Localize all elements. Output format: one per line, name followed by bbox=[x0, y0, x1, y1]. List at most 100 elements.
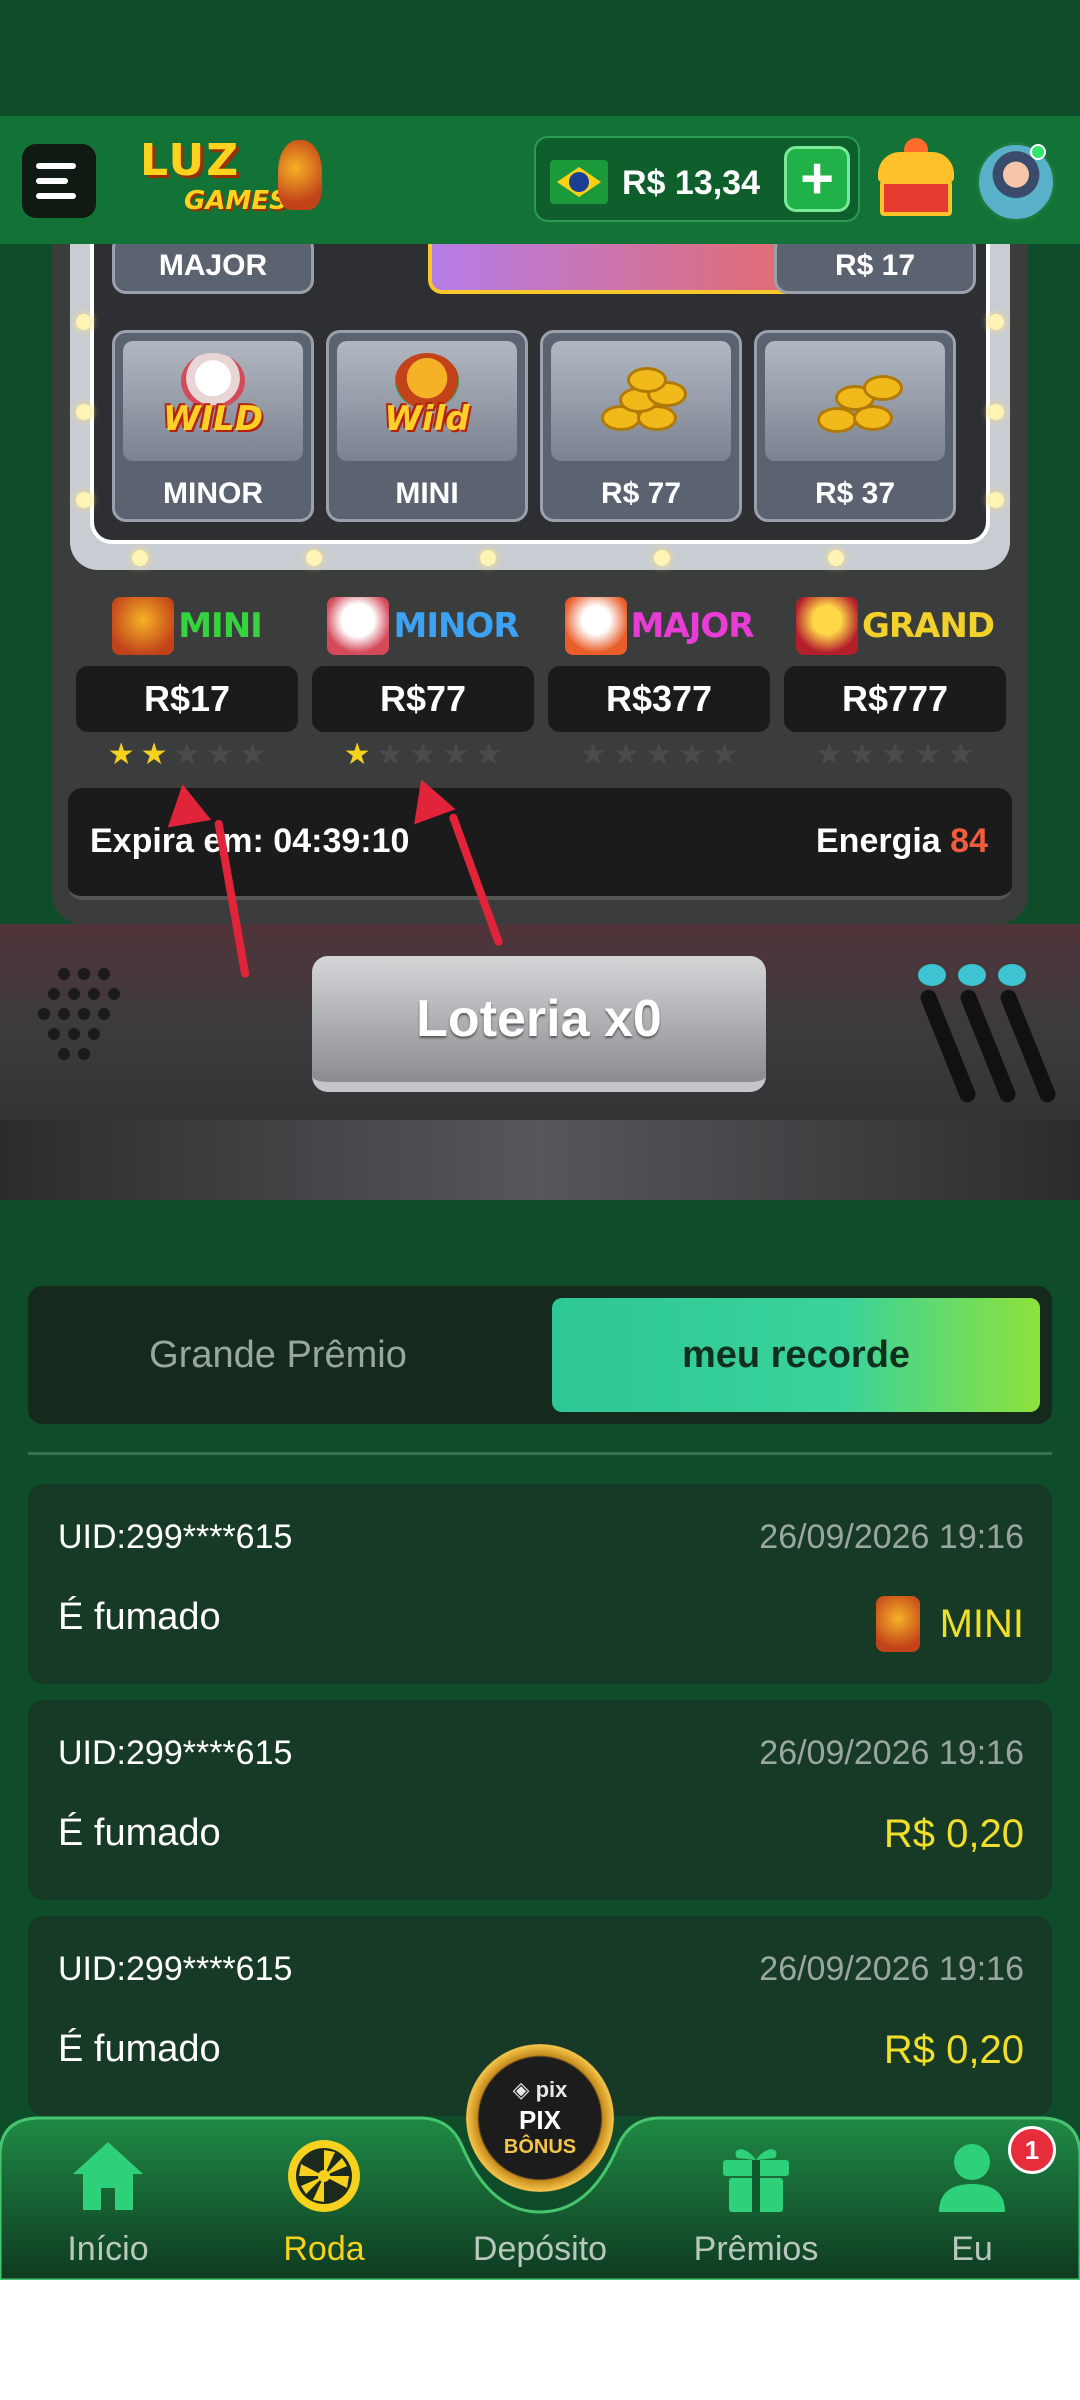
record-time: 26/09/2026 19:16 bbox=[759, 1734, 1024, 1772]
prize-tile-mini: Wild MINI bbox=[326, 330, 528, 522]
rabbit-wild-icon: WILD bbox=[163, 353, 263, 451]
light-bulb bbox=[828, 550, 844, 566]
annotation-arrow-head bbox=[160, 780, 212, 828]
status-bar-area bbox=[0, 0, 1080, 116]
prize-label: R$ 77 bbox=[600, 477, 682, 510]
nav-label: Roda bbox=[283, 2230, 365, 2268]
balance-box[interactable]: R$ 13,34 + bbox=[534, 136, 860, 222]
gift-icon bbox=[723, 2149, 789, 2212]
jackpot-major: MAJOR R$377 ★ ★ ★ ★ ★ bbox=[548, 596, 770, 772]
light-bulb bbox=[76, 492, 92, 508]
expiry-timer: Expira em: 04:39:10 bbox=[90, 822, 410, 860]
slot-screen: MAJOR R$ 17 WILD MINOR Wild MINI R$ 77 R… bbox=[90, 234, 990, 544]
dragon-mascot-icon bbox=[278, 140, 322, 210]
jackpot-minor: MINOR R$77 ★ ★ ★ ★ ★ bbox=[312, 596, 534, 772]
menu-icon-line bbox=[36, 178, 68, 184]
wild-icon bbox=[564, 597, 627, 655]
tab-my-record[interactable]: meu recorde bbox=[552, 1298, 1040, 1412]
star-icon: ★ bbox=[173, 738, 201, 771]
jackpot-name: MINOR bbox=[393, 606, 519, 646]
grand-win-icon bbox=[795, 597, 858, 655]
lever-knob bbox=[998, 964, 1026, 986]
deposit-plus-button[interactable]: + bbox=[784, 146, 850, 212]
wheel-icon bbox=[288, 2140, 360, 2212]
jackpot-stars: ★ ★ ★ ★ ★ bbox=[312, 738, 534, 772]
light-bulb bbox=[480, 550, 496, 566]
nav-label: Depósito bbox=[472, 2230, 608, 2268]
machine-base-front bbox=[0, 1120, 1080, 1200]
record-prize: R$ 0,20 bbox=[884, 2028, 1024, 2073]
rabbit-icon bbox=[327, 597, 390, 655]
gold-coins-icon bbox=[591, 361, 691, 441]
bonus-text: BÔNUS bbox=[503, 2136, 577, 2158]
light-bulb bbox=[988, 492, 1004, 508]
record-prize-label: R$ 0,20 bbox=[883, 2028, 1024, 2072]
star-icon: ★ bbox=[239, 738, 267, 771]
star-icon: ★ bbox=[343, 738, 371, 771]
jackpot-name: MAJOR bbox=[630, 606, 755, 646]
star-icon: ★ bbox=[881, 738, 909, 771]
jackpot-value: R$377 bbox=[548, 666, 770, 732]
dragon-icon bbox=[112, 597, 175, 655]
online-status-dot bbox=[1030, 144, 1046, 160]
jackpot-stars: ★ ★ ★ ★ ★ bbox=[548, 738, 770, 772]
lever-knob bbox=[958, 964, 986, 986]
prize-tile-r77: R$ 77 bbox=[540, 330, 742, 522]
pix-bonus-deposit-button[interactable]: ◈ pix PIX BÔNUS bbox=[466, 2044, 614, 2192]
notification-badge: 1 bbox=[1008, 2126, 1056, 2174]
gold-coins-icon bbox=[805, 361, 905, 441]
jackpot-value: R$17 bbox=[76, 666, 298, 732]
menu-icon-line bbox=[36, 193, 76, 199]
light-bulb bbox=[988, 404, 1004, 420]
nav-label: Início bbox=[67, 2230, 149, 2268]
jackpot-mini: MINI R$17 ★ ★ ★ ★ ★ bbox=[76, 596, 298, 772]
star-icon: ★ bbox=[815, 738, 843, 771]
prize-tile-minor: WILD MINOR bbox=[112, 330, 314, 522]
prize-label: MINI bbox=[395, 477, 459, 510]
dragon-wild-icon bbox=[875, 1596, 920, 1652]
records-tab-bar: Grande Prêmio meu recorde bbox=[28, 1286, 1052, 1424]
lottery-spin-button[interactable]: Loteria x0 bbox=[312, 956, 766, 1092]
tab-grand-prize[interactable]: Grande Prêmio bbox=[28, 1298, 528, 1412]
star-icon: ★ bbox=[848, 738, 876, 771]
energy-label: Energia bbox=[816, 822, 941, 860]
jackpot-name: MINI bbox=[178, 606, 263, 646]
nav-label: Eu bbox=[951, 2230, 993, 2268]
home-icon bbox=[73, 2142, 143, 2210]
star-icon: ★ bbox=[140, 738, 168, 771]
system-bottom-area bbox=[0, 2280, 1080, 2400]
brazil-flag-icon bbox=[550, 160, 608, 204]
record-item: UID:299****615 26/09/2026 19:16 É fumado… bbox=[28, 1700, 1052, 1900]
jackpot-stars: ★ ★ ★ ★ ★ bbox=[784, 738, 1006, 772]
nav-wheel[interactable]: Roda bbox=[234, 2136, 414, 2276]
record-prize: R$ 0,20 bbox=[884, 1812, 1024, 1857]
record-uid: UID:299****615 bbox=[58, 1950, 293, 1988]
light-bulb bbox=[132, 550, 148, 566]
jackpot-grand: GRAND R$777 ★ ★ ★ ★ ★ bbox=[784, 596, 1006, 772]
star-icon: ★ bbox=[579, 738, 607, 771]
luz-games-logo[interactable]: LUZ GAMES bbox=[140, 136, 322, 226]
light-bulb bbox=[76, 404, 92, 420]
nav-home[interactable]: Início bbox=[18, 2136, 198, 2276]
record-type: É fumado bbox=[58, 1596, 221, 1638]
user-icon bbox=[939, 2144, 1005, 2212]
record-time: 26/09/2026 19:16 bbox=[759, 1950, 1024, 1988]
prize-tile-r37: R$ 37 bbox=[754, 330, 956, 522]
light-bulb bbox=[988, 314, 1004, 330]
nav-prizes[interactable]: Prêmios bbox=[666, 2136, 846, 2276]
prize-label: MAJOR bbox=[158, 249, 268, 282]
menu-button[interactable] bbox=[22, 144, 96, 218]
jackpot-stars: ★ ★ ★ ★ ★ bbox=[76, 738, 298, 772]
jackpot-value: R$777 bbox=[784, 666, 1006, 732]
energy-value: 84 bbox=[950, 822, 988, 860]
light-bulb bbox=[76, 314, 92, 330]
energy-counter: Energia 84 bbox=[816, 822, 988, 861]
record-prize: MINI bbox=[875, 1596, 1024, 1652]
prize-label: R$ 17 bbox=[834, 249, 916, 282]
star-icon: ★ bbox=[914, 738, 942, 771]
record-uid: UID:299****615 bbox=[58, 1734, 293, 1772]
treasure-chest-icon[interactable] bbox=[872, 138, 958, 222]
star-icon: ★ bbox=[711, 738, 739, 771]
star-icon: ★ bbox=[442, 738, 470, 771]
nav-label: Prêmios bbox=[693, 2230, 819, 2268]
